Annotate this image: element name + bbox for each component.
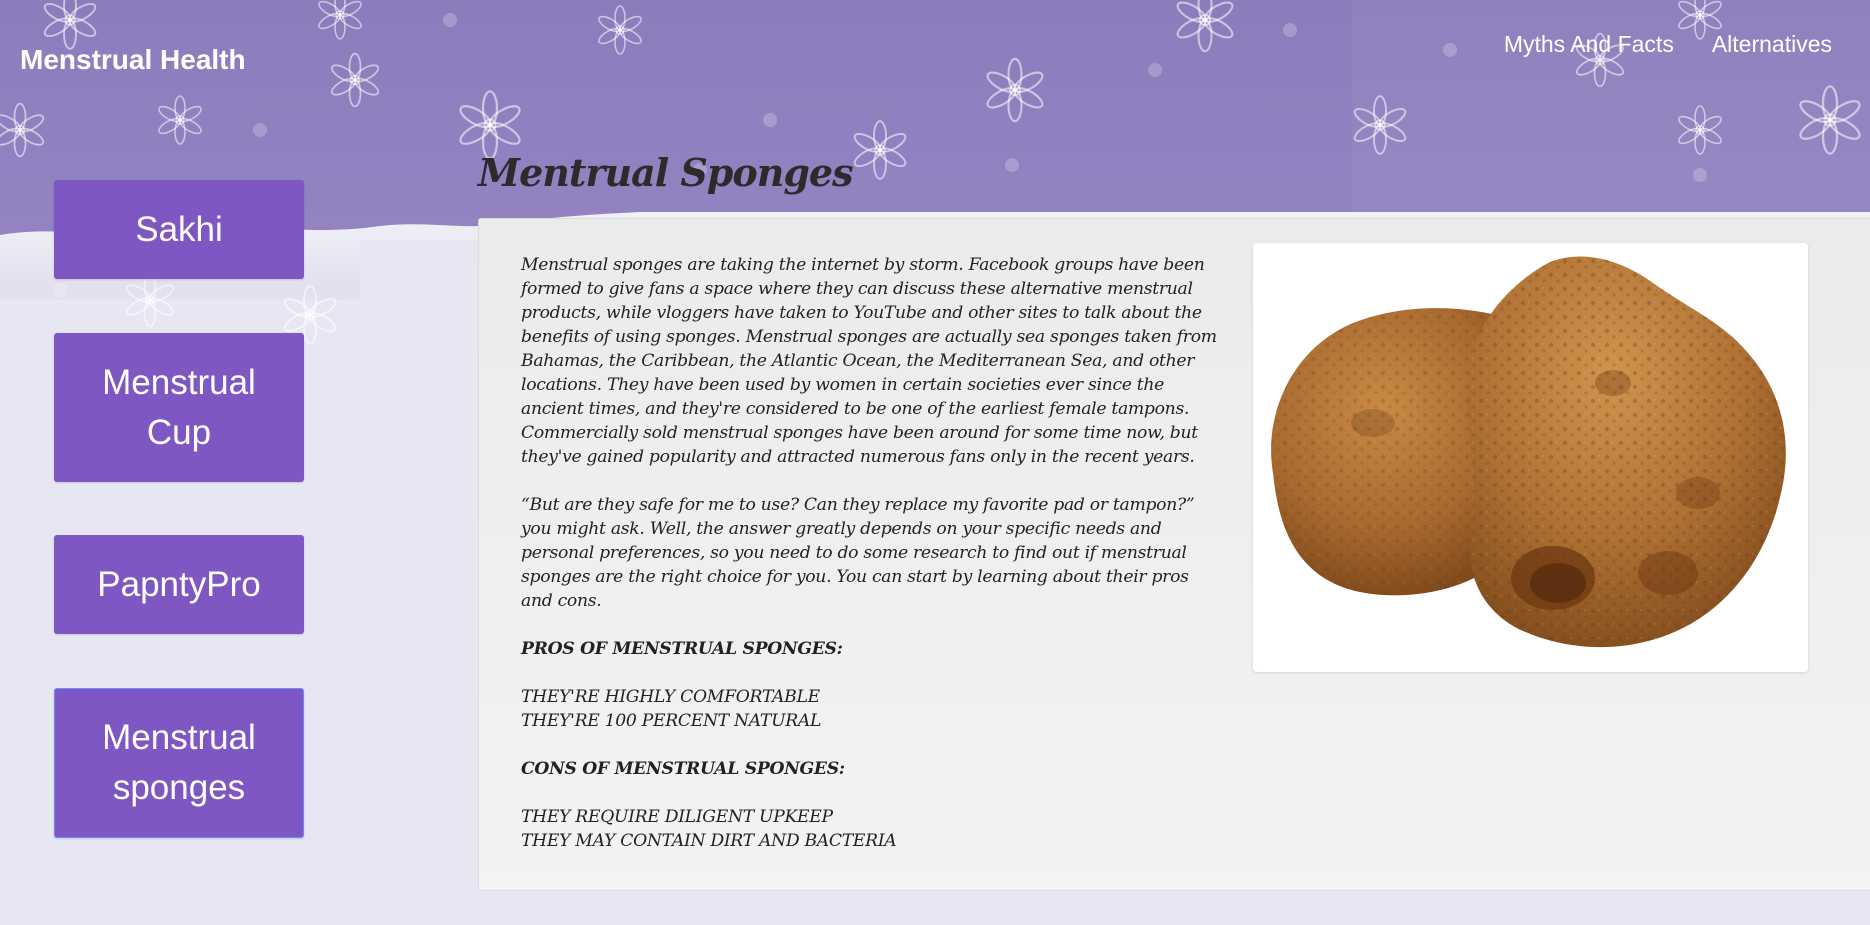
sidebar-item-menstrual-sponges[interactable]: Menstrual sponges — [54, 688, 304, 838]
cons-heading: CONS OF MENSTRUAL SPONGES: — [521, 759, 845, 779]
list-item: THEY'RE HIGHLY COMFORTABLE — [521, 687, 820, 707]
list-item: THEY REQUIRE DILIGENT UPKEEP — [521, 807, 833, 827]
nav-myths-and-facts[interactable]: Myths And Facts — [1504, 31, 1674, 58]
pros-heading: PROS OF MENSTRUAL SPONGES: — [521, 639, 843, 659]
nav-alternatives[interactable]: Alternatives — [1712, 31, 1832, 58]
page: Menstrual Health Myths And Facts Alterna… — [0, 0, 1870, 925]
paragraph-intro: Menstrual sponges are taking the interne… — [521, 255, 1217, 467]
brand-title[interactable]: Menstrual Health — [20, 44, 246, 76]
cons-list: THEY REQUIRE DILIGENT UPKEEP THEY MAY CO… — [521, 805, 1221, 853]
sidebar-item-label: Menstrual sponges — [102, 718, 256, 807]
article-text: Menstrual sponges are taking the interne… — [521, 253, 1221, 877]
list-item: THEY'RE 100 PERCENT NATURAL — [521, 711, 822, 731]
sidebar-item-menstrual-cup[interactable]: Menstrual Cup — [54, 333, 304, 482]
pros-list: THEY'RE HIGHLY COMFORTABLE THEY'RE 100 P… — [521, 685, 1221, 733]
sponge-image — [1253, 243, 1808, 672]
sidebar-item-papntypro[interactable]: PapntyPro — [54, 535, 304, 634]
sidebar-item-sakhi[interactable]: Sakhi — [54, 180, 304, 279]
sidebar-item-label: Menstrual Cup — [102, 362, 256, 452]
sidebar-item-label: PapntyPro — [97, 564, 261, 604]
content-card: Menstrual sponges are taking the interne… — [478, 218, 1870, 891]
sidebar-item-label: Sakhi — [135, 209, 223, 249]
top-nav: Myths And Facts Alternatives — [1504, 31, 1832, 58]
paragraph-safety: “But are they safe for me to use? Can th… — [521, 495, 1195, 611]
page-title: Mentrual Sponges — [478, 150, 853, 195]
list-item: THEY MAY CONTAIN DIRT AND BACTERIA — [521, 831, 897, 851]
